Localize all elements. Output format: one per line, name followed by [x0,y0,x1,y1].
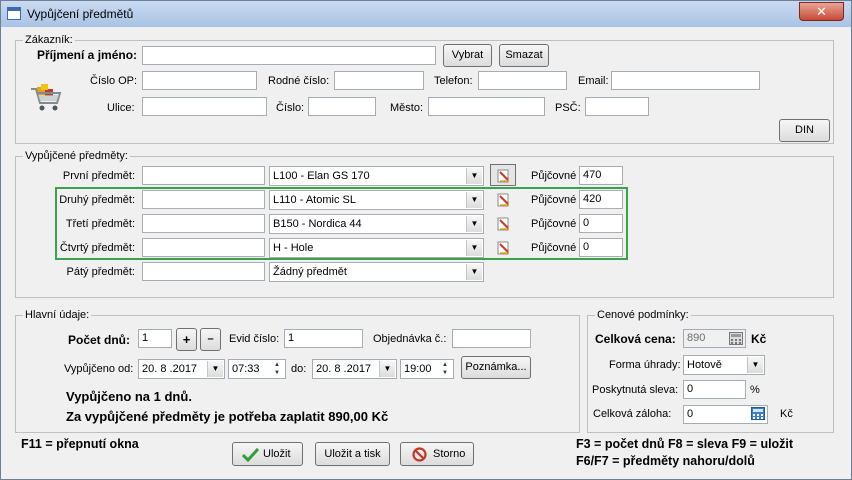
street-label: Ulice: [107,102,135,114]
order-label: Objednávka č.: [373,333,447,345]
no-entry-icon [412,447,427,462]
cancel-button-label: Storno [433,448,466,460]
chevron-down-icon[interactable]: ▼ [466,264,482,280]
hint-switch-window: F11 = přepnutí okna [21,437,139,451]
days-label: Počet dnů: [68,333,130,347]
city-input[interactable] [428,97,545,116]
to-date-picker[interactable]: 20. 8 .2017 ▼ [312,359,397,379]
total-currency: Kč [751,332,767,346]
main-info-legend: Hlavní údaje: [23,309,92,321]
email-label: Email: [578,75,609,87]
item-1-select[interactable]: L100 - Elan GS 170 ▼ [269,166,484,186]
deposit-label: Celková záloha: [593,408,672,420]
select-customer-button[interactable]: Vybrat [443,44,492,67]
dialog-window: Vypůjčení předmětů ✕ Zákazník: Příjmení … [0,0,852,480]
items-legend: Vypůjčené předměty: [23,150,130,162]
house-number-input[interactable] [308,97,376,116]
summary-price-text: Za vypůjčené předměty je potřeba zaplati… [66,409,389,424]
item-5-label: Pátý předmět: [66,266,135,278]
email-input[interactable] [611,71,760,90]
price-legend: Cenové podmínky: [595,309,691,321]
street-input[interactable] [142,97,267,116]
to-date-value: 20. 8 .2017 [316,363,372,375]
item-1-select-value: L100 - Elan GS 170 [273,170,370,182]
from-date-value: 20. 8 .2017 [142,363,198,375]
chevron-down-icon[interactable]: ▼ [379,361,395,377]
days-minus-button[interactable]: – [200,328,221,351]
zip-input[interactable] [585,97,649,116]
window-title: Vypůjčení předmětů [27,7,134,21]
item-5-select[interactable]: Žádný předmět ▼ [269,262,484,282]
from-time-value: 07:33 [232,363,260,375]
evid-label: Evid číslo: [229,333,280,345]
calculator-icon[interactable] [729,332,743,345]
save-and-print-button[interactable]: Uložit a tisk [315,442,390,466]
phone-label: Telefon: [434,75,473,87]
chevron-down-icon[interactable]: ▼ [747,357,763,373]
from-time-input[interactable]: 07:33 ▲ ▼ [228,359,286,379]
total-price-label: Celková cena: [595,332,676,346]
phone-input[interactable] [478,71,567,90]
spin-updown-icon[interactable]: ▲ ▼ [438,361,452,377]
from-label: Vypůjčeno od: [64,363,134,375]
save-button-label: Uložit [263,448,291,460]
birth-number-label: Rodné číslo: [268,75,330,87]
deposit-currency: Kč [780,408,793,420]
house-number-label: Číslo: [276,102,305,114]
name-label: Příjmení a jméno: [37,48,138,62]
calculator-icon[interactable] [751,407,765,420]
op-label: Číslo OP: [90,75,138,87]
item-1-rent-input[interactable]: 470 [579,166,623,185]
chevron-down-icon[interactable]: ▼ [207,361,223,377]
item-1-label: První předmět: [62,170,135,182]
hint-shortcuts-1: F3 = počet dnů F8 = sleva F9 = uložit [576,437,794,451]
app-window-icon [7,7,21,20]
cancel-button[interactable]: Storno [400,442,474,466]
din-button[interactable]: DIN [779,119,830,142]
close-button[interactable]: ✕ [799,2,844,21]
payment-select[interactable]: Hotově ▼ [683,355,765,375]
days-plus-button[interactable]: + [176,328,197,351]
summary-days-text: Vypůjčeno na 1 dnů. [66,389,192,404]
highlight-box [55,187,628,260]
evid-input[interactable]: 1 [284,329,363,348]
title-bar[interactable]: Vypůjčení předmětů ✕ [1,1,851,27]
days-input[interactable]: 1 [138,329,172,348]
save-button[interactable]: Uložit [232,442,303,466]
name-input[interactable] [142,46,436,65]
item-1-rent-label: Půjčovné [531,170,577,182]
customer-legend: Zákazník: [23,34,75,46]
item-5-code-input[interactable] [142,262,265,281]
note-button[interactable]: Poznámka... [461,356,531,379]
percent-sign: % [750,384,760,396]
payment-label: Forma úhrady: [609,359,681,371]
zip-label: PSČ: [555,102,581,114]
item-1-pick-button[interactable] [490,164,516,186]
from-date-picker[interactable]: 20. 8 .2017 ▼ [138,359,225,379]
pencil-note-icon [497,169,509,183]
to-label: do: [291,363,307,375]
city-label: Město: [390,102,424,114]
shopping-cart-icon [31,84,62,111]
hint-shortcuts-2: F6/F7 = předměty nahoru/dolů [576,454,755,468]
birth-number-input[interactable] [334,71,424,90]
item-5-select-value: Žádný předmět [273,266,347,278]
discount-input[interactable]: 0 [683,380,746,399]
checkmark-icon [242,447,259,462]
payment-select-value: Hotově [687,359,722,371]
order-input[interactable] [452,329,531,348]
chevron-down-icon[interactable]: ▼ [466,168,482,184]
item-1-code-input[interactable] [142,166,265,185]
delete-customer-button[interactable]: Smazat [499,44,549,67]
to-time-input[interactable]: 19:00 ▲ ▼ [400,359,454,379]
spin-updown-icon[interactable]: ▲ ▼ [270,361,284,377]
op-input[interactable] [142,71,257,90]
to-time-value: 19:00 [404,363,432,375]
discount-label: Poskytnutá sleva: [592,384,679,396]
